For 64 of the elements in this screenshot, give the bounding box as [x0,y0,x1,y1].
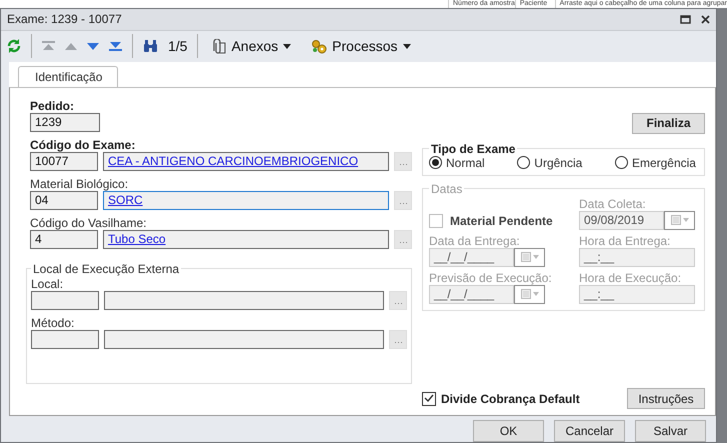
last-record-icon[interactable] [109,41,122,52]
paperclip-icon [212,38,226,54]
radio-button[interactable] [517,156,530,170]
radio-label: Urgência [534,156,582,170]
link[interactable]: CEA - ANTIGENO CARCINOEMBRIOGENICO [108,154,358,168]
close-icon[interactable] [701,14,710,24]
radio-option[interactable]: Urgência [517,156,582,170]
input-field[interactable]: 4 [30,230,98,249]
field-label: Data Coleta: [579,196,647,211]
dialog-button[interactable]: Cancelar [554,420,625,442]
toolbar-menu-button[interactable]: Anexos [208,38,296,54]
radio-label: Emergência [632,156,696,170]
tab[interactable]: Identificação [18,66,118,87]
field-label: Material Biológico: [30,176,130,191]
calendar-icon [520,252,538,262]
caret-icon [402,44,411,49]
binoculars-icon[interactable] [143,40,158,53]
next-record-icon[interactable] [87,42,99,50]
link[interactable]: Tubo Seco [108,232,166,246]
input-field[interactable] [31,290,99,310]
previous-record-icon[interactable] [65,42,77,50]
finaliza-button[interactable]: Finaliza [632,112,705,134]
field-label: Data da Entrega: [429,234,521,248]
maximize-icon[interactable] [680,14,691,24]
input-field[interactable]: 04 [30,190,98,210]
first-record-icon[interactable] [42,41,55,52]
field-label: Local: [31,276,64,291]
link[interactable]: SORC [108,192,143,207]
input-field[interactable]: SORC [103,190,389,210]
input-field[interactable]: 10077 [30,152,98,171]
dialog-button[interactable]: Salvar [635,420,706,442]
checkbox-label: Material Pendente [450,214,553,228]
caret-icon [283,44,292,49]
instrucoes-button[interactable]: Instruções [627,388,705,409]
field-label: Hora da Entrega: [579,234,672,248]
radio-label: Normal [446,156,485,170]
radio-button[interactable] [614,156,628,170]
record-counter: 1/5 [168,38,188,54]
checkbox[interactable] [422,392,436,406]
toolbar-menu-button[interactable]: Processos [307,38,415,54]
input-field[interactable] [31,330,99,349]
input-field[interactable] [104,330,384,349]
input-field[interactable]: 1239 [30,112,100,132]
refresh-icon[interactable] [7,38,21,54]
window-title: Exame: 1239 - 10077 [7,12,123,26]
group-title: Tipo de Exame [430,142,516,156]
radio-option[interactable]: Normal [429,156,485,170]
checkbox-label: Divide Cobrança Default [441,392,580,406]
group-title: Datas [430,182,464,196]
dialog-button[interactable]: OK [473,420,544,442]
input-field[interactable] [104,290,384,310]
calendar-icon [520,289,538,300]
field-label: Método: [31,316,76,330]
field-label: Código do Exame: [30,138,136,152]
field-label: Hora de Execução: [579,270,682,285]
field-label: Código do Vasilhame: [30,216,148,230]
calendar-icon [670,215,688,226]
radio-option[interactable]: Emergência [614,156,696,170]
field-label: Previsão de Execução: [429,270,553,285]
group-title: Local de Execução Externa [32,262,180,276]
input-field[interactable]: CEA - ANTIGENO CARCINOEMBRIOGENICO [103,152,389,171]
field-label: Pedido: [30,98,75,113]
radio-button[interactable] [429,156,442,170]
input-field[interactable]: Tubo Seco [103,230,389,249]
